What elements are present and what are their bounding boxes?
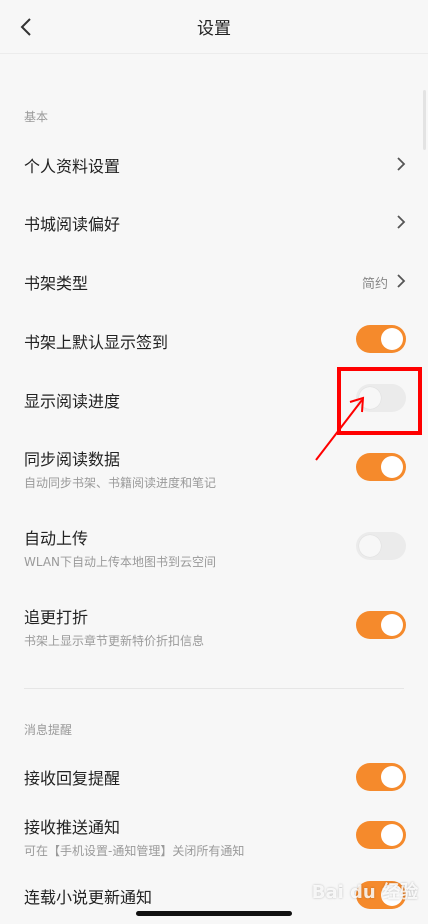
row-label: 自动上传 (24, 529, 89, 548)
watermark: Bai du 经验 (311, 882, 418, 903)
row-label: 接收推送通知 (24, 818, 121, 837)
discount-toggle[interactable] (356, 611, 406, 639)
row-subtitle: WLAN下自动上传本地图书到云空间 (24, 555, 217, 569)
chevron-right-icon (397, 274, 406, 288)
annotation-arrow-icon (315, 396, 365, 461)
auto-upload-toggle[interactable] (356, 532, 406, 560)
shelf-type-value: 简约 (361, 277, 388, 292)
row-store-preferences[interactable]: 书城阅读偏好 (0, 198, 428, 244)
shelf-checkin-toggle[interactable] (356, 325, 406, 353)
back-button[interactable] (16, 15, 36, 39)
row-label: 显示阅读进度 (24, 392, 121, 411)
section-label-notifications: 消息提醒 (24, 723, 73, 737)
toggle-knob (381, 824, 403, 846)
row-reply-reminder: 接收回复提醒 (0, 754, 428, 800)
row-label: 接收回复提醒 (24, 769, 121, 788)
toggle-knob (381, 766, 403, 788)
toggle-knob (381, 614, 403, 636)
row-subtitle: 可在【手机设置-通知管理】关闭所有通知 (24, 844, 245, 858)
row-label: 同步阅读数据 (24, 450, 121, 469)
page-title: 设置 (197, 19, 231, 39)
reply-reminder-toggle[interactable] (356, 763, 406, 791)
row-subtitle: 书架上显示章节更新特价折扣信息 (24, 634, 205, 648)
toggle-knob (359, 535, 381, 557)
toggle-knob (381, 328, 403, 350)
row-shelf-checkin: 书架上默认显示签到 (0, 316, 428, 362)
row-discount: 追更打折 书架上显示章节更新特价折扣信息 (0, 598, 428, 656)
row-label: 连载小说更新通知 (24, 888, 153, 907)
chevron-left-icon (20, 18, 31, 36)
chevron-right-icon (397, 215, 406, 229)
row-subtitle: 自动同步书架、书籍阅读进度和笔记 (24, 476, 217, 490)
row-label: 个人资料设置 (24, 157, 121, 176)
section-label-basic: 基本 (24, 110, 49, 124)
home-indicator[interactable] (136, 911, 292, 916)
nav-bar: 设置 (0, 0, 428, 54)
settings-screen: 设置 基本 个人资料设置 书城阅读偏好 书架类型 简约 书架上默认显示签到 显示… (0, 0, 428, 924)
toggle-knob (381, 456, 403, 478)
section-divider (24, 688, 404, 689)
row-auto-upload: 自动上传 WLAN下自动上传本地图书到云空间 (0, 519, 428, 577)
row-push-notify: 接收推送通知 可在【手机设置-通知管理】关闭所有通知 (0, 808, 428, 866)
push-notify-toggle[interactable] (356, 821, 406, 849)
row-shelf-type[interactable]: 书架类型 简约 (0, 257, 428, 303)
row-label: 书架上默认显示签到 (24, 333, 169, 352)
row-label: 书架类型 (24, 274, 89, 293)
row-label: 追更打折 (24, 608, 89, 627)
row-label: 书城阅读偏好 (24, 215, 121, 234)
chevron-right-icon (397, 157, 406, 171)
row-profile-settings[interactable]: 个人资料设置 (0, 140, 428, 186)
